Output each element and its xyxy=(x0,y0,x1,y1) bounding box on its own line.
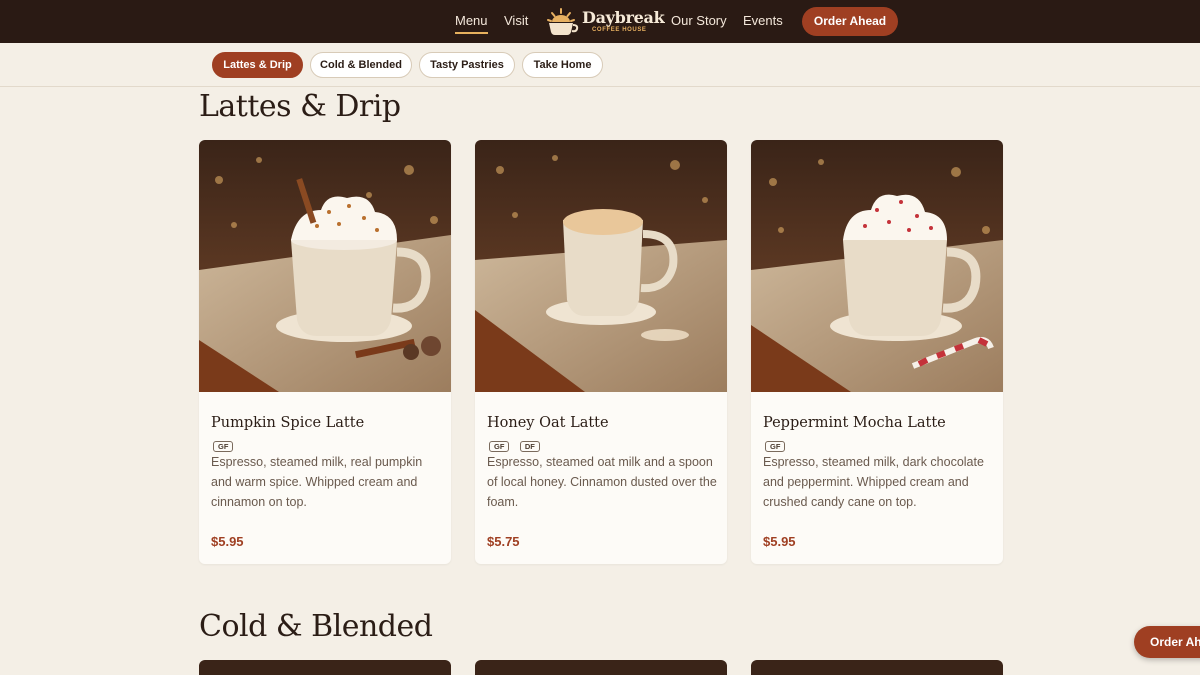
brand-name: Daybreak xyxy=(582,8,665,27)
nav-link-visit[interactable]: Visit xyxy=(504,13,528,28)
menu-card[interactable]: Peppermint Mocha Latte GF Espresso, stea… xyxy=(751,140,1003,564)
tag-gf: GF xyxy=(489,441,510,452)
floating-order-ahead-button[interactable]: Order Ahead xyxy=(1134,626,1200,658)
tag-gf: GF xyxy=(765,441,786,452)
chip-tasty-pastries[interactable]: Tasty Pastries xyxy=(419,52,515,78)
nav-link-our-story[interactable]: Our Story xyxy=(671,13,727,28)
item-name: Honey Oat Latte xyxy=(487,415,609,431)
item-price: $5.75 xyxy=(487,534,520,549)
item-price: $5.95 xyxy=(211,534,244,549)
menu-card-partial[interactable] xyxy=(475,660,727,675)
menu-card-partial[interactable] xyxy=(199,660,451,675)
chip-cold-blended[interactable]: Cold & Blended xyxy=(310,52,412,78)
section-title-lattes: Lattes & Drip xyxy=(199,89,401,124)
cup-sun-icon xyxy=(547,8,579,35)
brand-tagline: COFFEE HOUSE xyxy=(592,27,647,33)
pumpkin-latte-photo xyxy=(199,140,451,392)
menu-card[interactable]: Pumpkin Spice Latte GF Espresso, steamed… xyxy=(199,140,451,564)
item-name: Pumpkin Spice Latte xyxy=(211,415,365,431)
dietary-tags: GF xyxy=(213,436,239,452)
menu-card-partial[interactable] xyxy=(751,660,1003,675)
chip-take-home[interactable]: Take Home xyxy=(522,52,603,78)
honey-oat-latte-photo xyxy=(475,140,727,392)
nav-link-events[interactable]: Events xyxy=(743,13,783,28)
chip-lattes-drip[interactable]: Lattes & Drip xyxy=(212,52,303,78)
brand-logo[interactable]: Daybreak COFFEE HOUSE xyxy=(546,6,665,38)
tag-df: DF xyxy=(519,441,540,452)
order-ahead-button[interactable]: Order Ahead xyxy=(802,7,898,36)
top-nav: Menu Visit Daybreak COFFEE HOUSE Our Sto… xyxy=(0,0,1200,43)
menu-card[interactable]: Honey Oat Latte GF DF Espresso, steamed … xyxy=(475,140,727,564)
nav-link-menu[interactable]: Menu xyxy=(455,13,488,34)
category-bar: Lattes & Drip Cold & Blended Tasty Pastr… xyxy=(0,43,1200,87)
dietary-tags: GF DF xyxy=(489,436,546,452)
item-description: Espresso, steamed oat milk and a spoon o… xyxy=(487,455,717,509)
item-description: Espresso, steamed milk, real pumpkin and… xyxy=(211,455,423,509)
peppermint-mocha-photo xyxy=(751,140,1003,392)
item-price: $5.95 xyxy=(763,534,796,549)
dietary-tags: GF xyxy=(765,436,791,452)
tag-gf: GF xyxy=(213,441,234,452)
section-title-cold: Cold & Blended xyxy=(199,609,433,644)
item-name: Peppermint Mocha Latte xyxy=(763,415,946,431)
item-description: Espresso, steamed milk, dark chocolate a… xyxy=(763,455,984,509)
